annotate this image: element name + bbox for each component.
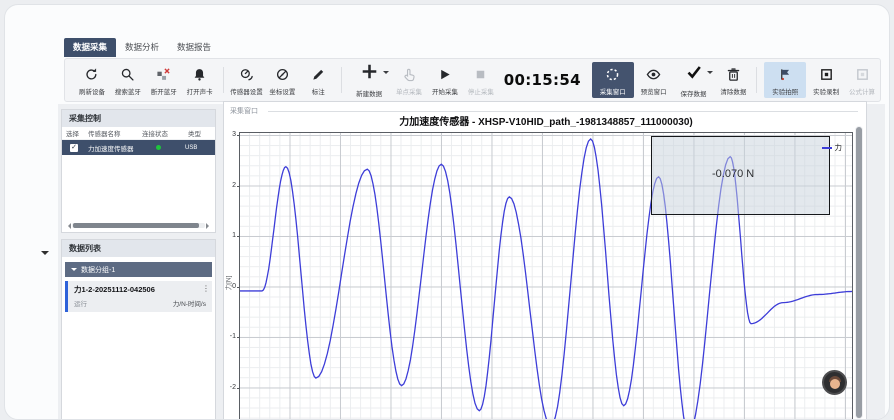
avatar-face	[830, 379, 840, 389]
waveform-plot-area[interactable]: -0.070 N 力	[239, 132, 853, 420]
column-sensor-name: 传感器名称	[88, 128, 142, 138]
tab-data-report[interactable]: 数据报告	[168, 38, 220, 57]
clear-data-button[interactable]: 清除数据	[715, 59, 751, 101]
experiment-record-button[interactable]: 实验录制	[808, 59, 844, 101]
data-panel-title: 数据列表	[62, 240, 215, 257]
toolbar-separator	[223, 67, 224, 93]
marker-pen-icon	[311, 67, 326, 83]
toolbar: 刷新设备 搜索蓝牙 断开蓝牙 打开声卡 传感器设置	[64, 58, 881, 102]
y-tick: 3	[224, 131, 236, 138]
formula-calc-button[interactable]: 公式计算	[844, 59, 880, 101]
data-list-item[interactable]: 力1-2-20251112-042506 运行 力/N-时间/s ⋮	[65, 281, 212, 312]
toolbar-separator	[756, 67, 757, 93]
search-bluetooth-button[interactable]: 搜索蓝牙	[110, 59, 146, 101]
search-bluetooth-icon	[120, 67, 135, 83]
toolbar-separator	[341, 67, 342, 93]
more-options-icon[interactable]: ⋮	[202, 285, 210, 293]
sensor-name: 力加速度传感器	[88, 143, 142, 153]
sensor-settings-button[interactable]: 传感器设置	[229, 59, 265, 101]
dashed-circle-icon	[605, 67, 620, 83]
hscrollbar-thumb[interactable]	[73, 223, 199, 228]
sensor-checkbox[interactable]: ✓	[70, 144, 78, 152]
assistant-avatar-button[interactable]	[822, 370, 847, 395]
legend-line-swatch	[822, 147, 832, 149]
compass-icon	[275, 67, 290, 83]
snapshot-flag-icon	[778, 67, 793, 83]
axis-settings-button[interactable]: 坐标设置	[264, 59, 300, 101]
new-data-button[interactable]: 新建数据	[347, 59, 391, 101]
chart-vscrollbar[interactable]	[855, 126, 863, 419]
column-connection-status: 连接状态	[142, 128, 188, 138]
sensor-type: USB	[185, 145, 197, 151]
bluetooth-disconnect-icon	[156, 67, 171, 83]
current-value-readout: -0.070 N	[712, 168, 754, 180]
scroll-right-arrow-icon[interactable]	[206, 223, 212, 229]
hand-point-icon	[402, 67, 417, 83]
save-data-button[interactable]: 保存数据	[672, 59, 716, 101]
legend-series-label: 力	[835, 142, 843, 153]
vscrollbar-thumb[interactable]	[856, 127, 862, 418]
selection-region[interactable]: -0.070 N	[651, 136, 830, 215]
bell-icon	[192, 67, 207, 83]
sensor-table-header: 选择 传感器名称 连接状态 类型	[62, 127, 215, 140]
single-point-capture-button[interactable]: 单点采集	[391, 59, 427, 101]
stop-icon	[473, 67, 488, 83]
data-group-label: 数据分组-1	[81, 265, 115, 275]
stop-capture-button[interactable]: 停止采集	[463, 59, 499, 101]
sensor-table-row[interactable]: ✓ 力加速度传感器 USB	[62, 140, 215, 155]
sensor-gauge-icon	[239, 67, 254, 83]
open-soundcard-button[interactable]: 打开声卡	[182, 59, 218, 101]
tab-data-capture[interactable]: 数据采集	[64, 38, 116, 57]
capture-timer: 00:15:54	[504, 71, 581, 89]
sensor-table-hscrollbar[interactable]	[65, 222, 212, 229]
data-list-panel: 数据列表 数据分组-1 力1-2-20251112-042506 运行 力/N-…	[61, 239, 216, 420]
preview-window-button[interactable]: 预览窗口	[636, 59, 672, 101]
groupbox-line	[268, 111, 858, 112]
chart-title: 力加速度传感器 - XHSP-V10HID_path_-1981348857_1…	[239, 113, 853, 128]
capture-window-button[interactable]: 采集窗口	[592, 62, 634, 98]
column-select: 选择	[62, 128, 88, 138]
app-window: 数据采集 数据分析 数据报告 刷新设备 搜索蓝牙 断开蓝牙	[4, 4, 890, 420]
collection-panel-title: 采集控制	[62, 110, 215, 127]
main-tabbar: 数据采集 数据分析 数据报告	[64, 38, 220, 57]
chart-legend: 力	[822, 142, 843, 153]
experiment-photo-button[interactable]: 实验拍照	[764, 62, 806, 98]
y-tick: 2	[224, 182, 236, 189]
data-group-header[interactable]: 数据分组-1	[65, 262, 212, 277]
chevron-down-icon	[71, 268, 77, 274]
data-item-axes: 力/N-时间/s	[173, 298, 206, 308]
start-capture-button[interactable]: 开始采集	[427, 59, 463, 101]
scroll-left-arrow-icon[interactable]	[65, 223, 71, 229]
connection-status-dot	[156, 145, 161, 150]
sidebar-collapse-handle[interactable]	[41, 251, 49, 259]
tab-data-analysis[interactable]: 数据分析	[116, 38, 168, 57]
data-item-state: 运行	[74, 298, 87, 308]
data-item-title: 力1-2-20251112-042506	[74, 284, 206, 295]
save-data-menu-caret[interactable]	[707, 71, 713, 77]
record-frame-icon	[819, 67, 834, 83]
trash-icon	[726, 67, 741, 83]
new-data-menu-caret[interactable]	[383, 71, 389, 77]
y-tick: 1	[224, 232, 236, 239]
play-icon	[437, 67, 452, 83]
column-type: 类型	[188, 128, 212, 138]
y-axis-label: 力[N]	[222, 276, 232, 291]
eye-icon	[646, 67, 661, 83]
y-tick: -2	[224, 384, 236, 391]
formula-frame-icon	[855, 67, 870, 83]
y-tick: -1	[224, 333, 236, 340]
refresh-icon	[84, 67, 99, 83]
disconnect-bluetooth-button[interactable]: 断开蓝牙	[146, 59, 182, 101]
collection-control-panel: 采集控制 选择 传感器名称 连接状态 类型 ✓ 力加速度传感器 USB	[61, 109, 216, 233]
refresh-device-button[interactable]: 刷新设备	[74, 59, 110, 101]
capture-window-panel: 采集窗口 力加速度传感器 - XHSP-V10HID_path_-1981348…	[223, 101, 867, 420]
annotate-button[interactable]: 标注	[300, 59, 336, 101]
